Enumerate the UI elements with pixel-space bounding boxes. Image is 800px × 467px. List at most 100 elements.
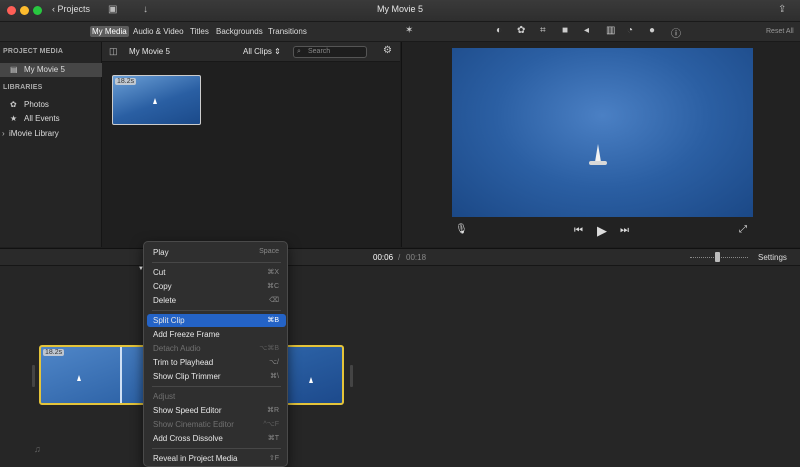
settings-button[interactable]: Settings [758,253,787,262]
menu-item-shortcut: ⌘T [267,435,279,442]
skip-forward-icon[interactable]: ⏭︎ [620,225,629,236]
reset-all-button[interactable]: Reset All [766,28,794,35]
menu-item-copy[interactable]: Copy ⌘C [147,280,286,293]
project-media-header: PROJECT MEDIA [3,48,64,55]
menu-item-shortcut: ⌘\ [270,373,279,380]
menu-item-play[interactable]: Play Space [147,246,286,259]
menu-item-label: Add Freeze Frame [153,330,220,339]
noise-reduction-icon[interactable]: ▥ [606,25,615,36]
speed-icon[interactable]: ◔ [627,25,633,36]
magic-wand-icon[interactable]: ✶ [405,25,413,36]
menu-item-shortcut: ⌘R [266,407,279,414]
timeline-left-handle[interactable] [32,365,35,387]
menu-item-shortcut: ^⌥F [263,421,279,428]
tab-my-media[interactable]: My Media [90,26,129,37]
sailboat-image [309,377,313,383]
sailboat-image [595,144,601,162]
tab-audio-video[interactable]: Audio & Video [131,26,186,37]
video-preview [452,48,753,217]
context-menu: Play Space Cut ⌘X Copy ⌘C Delete ⌫ Split Cli… [143,241,288,467]
zoom-slider-thumb[interactable] [715,252,720,262]
menu-item-label: Reveal in Project Media [153,454,238,463]
share-icon[interactable]: ⇪ [778,4,786,15]
menu-item-show-clip-trimmer[interactable]: Show Clip Trimmer ⌘\ [147,370,286,383]
menu-item-shortcut: ⌫ [269,297,279,304]
menu-item-shortcut: ⌘B [267,317,279,324]
clip-frame-divider [120,347,122,403]
clip-filter-select[interactable]: All Clips ⇕ [243,47,281,56]
film-icon: ▤ [10,65,18,74]
sidebar-toggle-icon[interactable]: ◫ [109,46,118,57]
sidebar-item-label: All Events [24,114,60,123]
gear-icon[interactable]: ⚙ [383,45,392,56]
clip-filter-icon[interactable]: ● [649,25,655,36]
menu-separator [152,386,281,387]
menu-separator [152,448,281,449]
updown-chevron-icon: ⇕ [274,47,281,56]
menu-item-label: Show Speed Editor [153,406,222,415]
menu-item-adjust: Adjust [147,390,286,403]
menu-item-label: Cut [153,268,166,277]
volume-icon[interactable]: ◂ [584,25,589,36]
color-balance-icon[interactable]: ◐ [496,25,502,36]
menu-item-label: Trim to Playhead [153,358,214,367]
menu-item-label: Split Clip [153,316,185,325]
menu-item-show-speed-editor[interactable]: Show Speed Editor ⌘R [147,404,286,417]
menu-item-label: Show Cinematic Editor [153,420,234,429]
menu-item-reveal-in-project-media[interactable]: Reveal in Project Media ⇧F [147,452,286,465]
viewer: 🎙︎ ⏮︎ ▶ ⏭︎ ⤢ [401,42,800,247]
disclosure-chevron-icon[interactable]: › [2,129,5,138]
clip-filter-label: All Clips [243,47,272,56]
menu-item-cut[interactable]: Cut ⌘X [147,266,286,279]
menu-item-delete[interactable]: Delete ⌫ [147,294,286,307]
sidebar-item-imovie-library[interactable]: › iMovie Library [0,127,102,141]
play-icon[interactable]: ▶ [597,223,607,239]
menu-item-split-clip[interactable]: Split Clip ⌘B [147,314,286,327]
media-clip-thumbnail[interactable]: 18.2s [112,75,201,125]
menu-item-trim-to-playhead[interactable]: Trim to Playhead ⌥/ [147,356,286,369]
music-note-icon: ♫ [34,444,41,454]
timeline-right-handle[interactable] [350,365,353,387]
window-title: My Movie 5 [376,4,423,14]
search-input[interactable]: ⌕ Search [293,46,367,58]
menu-item-shortcut: ⌥/ [268,359,279,366]
search-icon: ⌕ [297,48,301,55]
total-time: 00:18 [406,253,427,262]
libraries-header: LIBRARIES [3,84,43,91]
menu-item-show-cinematic-editor: Show Cinematic Editor ^⌥F [147,418,286,431]
menu-item-label: Add Cross Dissolve [153,434,223,443]
sidebar-item-label: iMovie Library [9,129,59,138]
menu-item-shortcut: ⇧F [268,455,279,462]
tab-titles[interactable]: Titles [188,26,211,37]
timeline-header: 00:06 / 00:18 Settings [0,248,800,266]
search-placeholder: Search [308,48,331,55]
crop-icon[interactable]: ⌗ [540,25,546,36]
time-separator: / [398,253,401,262]
color-correction-icon[interactable]: ✿ [517,25,525,36]
browser-title: My Movie 5 [129,47,170,56]
menu-separator [152,310,281,311]
fullscreen-icon[interactable]: ⤢ [739,224,747,235]
tab-transitions[interactable]: Transitions [266,26,309,37]
menu-item-label: Detach Audio [153,344,201,353]
menu-item-add-freeze-frame[interactable]: Add Freeze Frame [147,328,286,341]
skip-back-icon[interactable]: ⏮︎ [574,225,583,236]
star-icon: ★ [10,114,18,123]
sidebar-item-label: Photos [24,100,49,109]
clip-duration-badge: 18.2s [43,349,65,356]
sailboat-image [77,375,81,381]
menu-item-add-cross-dissolve[interactable]: Add Cross Dissolve ⌘T [147,432,286,445]
sidebar-item-all-events[interactable]: ★ All Events [0,112,102,126]
sidebar: PROJECT MEDIA ▤ My Movie 5 LIBRARIES ✿ P… [0,42,102,247]
sidebar-item-photos[interactable]: ✿ Photos [0,98,102,112]
toolbar-row: My Media Audio & Video Titles Background… [0,22,800,42]
tab-backgrounds[interactable]: Backgrounds [214,26,265,37]
menu-item-shortcut: ⌘X [267,269,279,276]
sailboat-image [153,98,157,104]
microphone-icon[interactable]: 🎙︎ [455,224,468,235]
sidebar-item-my-movie[interactable]: ▤ My Movie 5 [0,63,102,77]
menu-item-detach-audio: Detach Audio ⌥⌘B [147,342,286,355]
info-icon[interactable]: ⓘ [671,25,681,40]
stabilization-icon[interactable]: ■ [562,25,568,36]
menu-item-label: Adjust [153,392,176,401]
